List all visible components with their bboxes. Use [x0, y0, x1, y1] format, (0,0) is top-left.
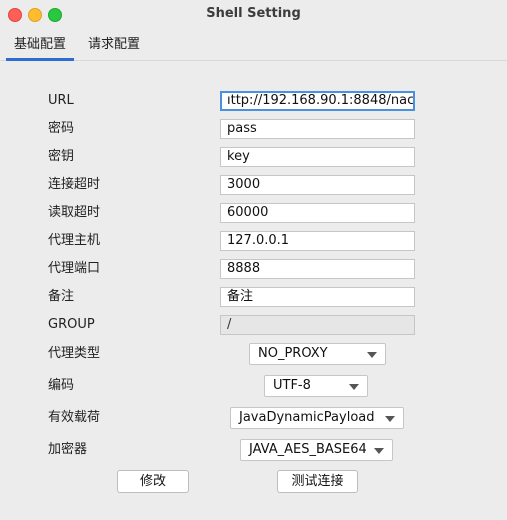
- payload-value: JavaDynamicPayload: [239, 410, 375, 425]
- group-label: GROUP: [48, 317, 95, 332]
- proxy-type-select[interactable]: NO_PROXY: [249, 343, 386, 365]
- proxy-type-label: 代理类型: [48, 346, 101, 361]
- key-label: 密钥: [48, 149, 75, 164]
- shell-setting-window: Shell Setting 基础配置 请求配置 URL ıttp://192.1…: [0, 0, 507, 520]
- tab-bar: 基础配置 请求配置: [0, 34, 507, 61]
- chevron-down-icon: [349, 384, 359, 390]
- proxy-port-field[interactable]: 8888: [220, 259, 415, 279]
- encoding-value: UTF-8: [273, 378, 311, 393]
- proxy-port-label: 代理端口: [48, 261, 101, 276]
- tab-basic-config[interactable]: 基础配置: [6, 34, 74, 61]
- encoding-select[interactable]: UTF-8: [264, 375, 368, 397]
- read-timeout-label: 读取超时: [48, 205, 101, 220]
- cryption-value: JAVA_AES_BASE64: [249, 442, 367, 457]
- connect-timeout-field[interactable]: 3000: [220, 175, 415, 195]
- chevron-down-icon: [367, 352, 377, 358]
- test-connection-button[interactable]: 测试连接: [277, 470, 358, 493]
- password-label: 密码: [48, 121, 75, 136]
- proxy-type-value: NO_PROXY: [258, 346, 328, 361]
- proxy-host-label: 代理主机: [48, 233, 101, 248]
- url-field[interactable]: ıttp://192.168.90.1:8848/nacos/: [220, 91, 415, 111]
- payload-select[interactable]: JavaDynamicPayload: [230, 407, 404, 429]
- chevron-down-icon: [385, 416, 395, 422]
- url-label: URL: [48, 93, 74, 108]
- proxy-host-field[interactable]: 127.0.0.1: [220, 231, 415, 251]
- read-timeout-field[interactable]: 60000: [220, 203, 415, 223]
- key-field[interactable]: key: [220, 147, 415, 167]
- cryption-select[interactable]: JAVA_AES_BASE64: [240, 439, 393, 461]
- chevron-down-icon: [374, 448, 384, 454]
- title-bar: Shell Setting: [0, 0, 507, 28]
- encoding-label: 编码: [48, 378, 75, 393]
- remark-label: 备注: [48, 289, 75, 304]
- remark-field[interactable]: 备注: [220, 287, 415, 307]
- group-field: /: [220, 315, 415, 335]
- cryption-label: 加密器: [48, 442, 88, 457]
- password-field[interactable]: pass: [220, 119, 415, 139]
- connect-timeout-label: 连接超时: [48, 177, 101, 192]
- modify-button[interactable]: 修改: [117, 470, 189, 493]
- payload-label: 有效载荷: [48, 410, 101, 425]
- window-title: Shell Setting: [206, 6, 301, 21]
- tab-request-config[interactable]: 请求配置: [88, 34, 140, 58]
